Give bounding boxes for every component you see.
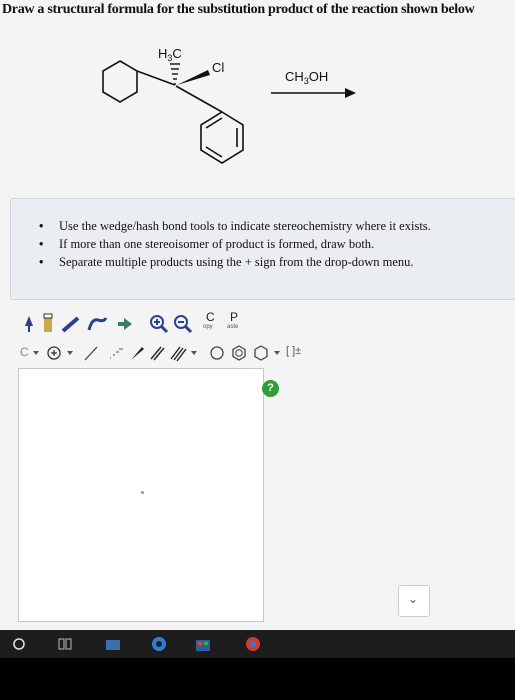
help-button[interactable]: ? bbox=[262, 380, 279, 397]
chevron-down-icon[interactable] bbox=[190, 349, 198, 357]
chevron-down-icon[interactable] bbox=[66, 349, 74, 357]
drawing-canvas[interactable] bbox=[18, 368, 264, 622]
reaction-arrowhead bbox=[345, 88, 356, 98]
zoom-in-icon[interactable] bbox=[148, 313, 170, 335]
cyclopropane-ring-icon[interactable] bbox=[208, 344, 226, 362]
instruction-item: Separate multiple products using the + s… bbox=[39, 253, 515, 271]
ring-carbon-bond bbox=[136, 70, 176, 86]
charge-tool-button[interactable]: C bbox=[20, 345, 29, 359]
pencil-tool-icon[interactable] bbox=[60, 314, 82, 334]
drawing-toolbar-top: C opy P aste bbox=[18, 310, 258, 338]
single-bond-icon[interactable] bbox=[82, 344, 100, 362]
store-icon[interactable] bbox=[194, 635, 212, 653]
cyclohexane-ring bbox=[102, 60, 138, 103]
benzene-ring bbox=[200, 111, 244, 164]
paste-sublabel: aste bbox=[227, 324, 239, 330]
methyl-label: H3C bbox=[158, 46, 182, 63]
cyclohexane-ring-icon[interactable] bbox=[252, 344, 270, 362]
carbon-phenyl-bond bbox=[175, 85, 223, 113]
question-text: Draw a structural formula for the substi… bbox=[2, 2, 475, 17]
chevron-down-icon[interactable] bbox=[273, 349, 281, 357]
bracket-tool-button[interactable]: [ ]± bbox=[286, 345, 301, 357]
zoom-out-icon[interactable] bbox=[172, 313, 194, 335]
select-tool-icon[interactable] bbox=[20, 314, 38, 334]
triple-bond-icon[interactable] bbox=[168, 344, 188, 362]
task-view-icon[interactable] bbox=[56, 635, 74, 653]
mirror-tool-icon[interactable] bbox=[114, 314, 138, 334]
erase-tool-icon[interactable] bbox=[40, 312, 56, 334]
chevron-down-icon: ⌄ bbox=[408, 592, 419, 606]
reaction-scheme: H3C Cl CH3OH bbox=[102, 46, 356, 164]
file-explorer-icon[interactable] bbox=[104, 635, 122, 653]
instruction-item: Use the wedge/hash bond tools to indicat… bbox=[39, 217, 515, 235]
paste-button[interactable]: P bbox=[230, 310, 238, 324]
wedge-bond bbox=[177, 70, 210, 85]
copy-button[interactable]: C bbox=[206, 310, 215, 324]
add-charge-icon[interactable] bbox=[46, 345, 62, 361]
benzene-ring-icon[interactable] bbox=[230, 344, 248, 362]
reagent-label: CH3OH bbox=[285, 69, 328, 86]
chloro-label: Cl bbox=[212, 60, 224, 75]
instruction-item: If more than one stereoisomer of product… bbox=[39, 235, 515, 253]
drawing-toolbar-bottom: C []± bbox=[18, 342, 398, 364]
wedge-bond-tool-icon[interactable] bbox=[128, 344, 146, 362]
copy-sublabel: opy bbox=[203, 324, 213, 330]
instructions-list: Use the wedge/hash bond tools to indicat… bbox=[11, 199, 515, 271]
taskbar bbox=[0, 630, 515, 658]
double-bond-icon[interactable] bbox=[148, 344, 166, 362]
chrome-icon[interactable] bbox=[244, 635, 262, 653]
question-page: Draw a structural formula for the substi… bbox=[0, 0, 515, 630]
windows-start-icon[interactable] bbox=[10, 635, 28, 653]
canvas-cursor-dot bbox=[141, 491, 144, 494]
hash-bond-tool-icon[interactable] bbox=[106, 344, 126, 362]
lasso-tool-icon[interactable] bbox=[86, 314, 110, 334]
instructions-box: Use the wedge/hash bond tools to indicat… bbox=[10, 198, 515, 300]
edge-browser-icon[interactable] bbox=[150, 635, 168, 653]
chevron-down-icon[interactable] bbox=[32, 349, 40, 357]
hash-bond bbox=[170, 63, 180, 85]
product-dropdown[interactable]: ⌄ bbox=[398, 585, 430, 617]
